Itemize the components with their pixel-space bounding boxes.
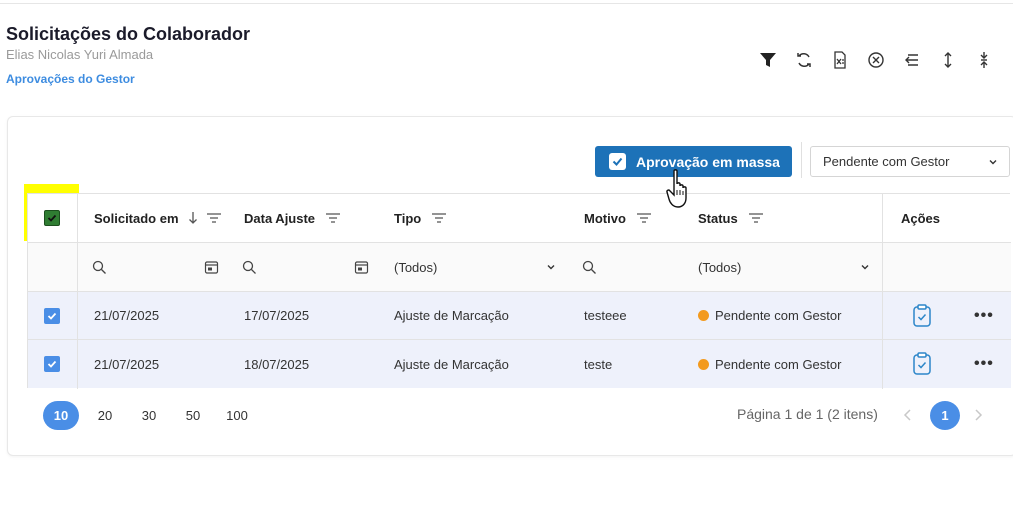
column-header-status[interactable]: Status	[698, 194, 764, 242]
employee-name: Elias Nicolas Yuri Almada	[6, 47, 154, 62]
cell-tipo: Ajuste de Marcação	[394, 308, 509, 323]
approve-clipboard-icon[interactable]	[911, 340, 933, 388]
filter-icon[interactable]	[750, 49, 786, 71]
menu-icon[interactable]	[206, 212, 222, 224]
clear-filter-icon[interactable]	[858, 49, 894, 71]
export-excel-icon[interactable]	[822, 49, 858, 71]
column-header-acoes: Ações	[901, 210, 941, 226]
cell-motivo: teste	[584, 356, 613, 372]
approve-clipboard-icon[interactable]	[911, 292, 933, 339]
expand-vertical-icon[interactable]	[930, 49, 966, 71]
chevron-down-icon	[989, 160, 997, 165]
cell-data-ajuste: 18/07/2025	[244, 356, 310, 372]
page-size-selector: 10 20 30 50 100	[43, 401, 263, 430]
row-checkbox[interactable]	[44, 292, 60, 339]
menu-icon[interactable]	[325, 212, 341, 224]
menu-icon[interactable]	[748, 212, 764, 224]
table-row[interactable]: 21/07/2025 17/07/2025 Ajuste de Marcação…	[28, 292, 1011, 340]
search-icon	[242, 260, 256, 274]
filter-tipo[interactable]: (Todos)	[394, 243, 560, 291]
manager-approvals-link[interactable]: Aprovações do Gestor	[6, 72, 135, 86]
sort-down-icon[interactable]	[188, 211, 198, 225]
page-size-50[interactable]: 50	[175, 401, 211, 430]
cell-data-ajuste: 17/07/2025	[244, 308, 310, 323]
mass-approval-label: Aprovação em massa	[636, 153, 780, 170]
cell-motivo: testeee	[584, 308, 627, 323]
filter-row: (Todos) (Todos)	[28, 243, 1011, 292]
table-row[interactable]: 21/07/2025 18/07/2025 Ajuste de Marcação…	[28, 340, 1011, 388]
chevron-down-icon	[547, 265, 555, 270]
cell-tipo: Ajuste de Marcação	[394, 356, 509, 372]
cell-status: Pendente com Gestor	[698, 292, 841, 339]
compress-vertical-icon[interactable]	[966, 49, 1002, 71]
page-size-100[interactable]: 100	[219, 401, 255, 430]
cell-solicitado: 21/07/2025	[94, 308, 160, 323]
mass-approval-button[interactable]: Aprovação em massa	[595, 146, 792, 177]
status-dot	[698, 310, 709, 321]
search-icon	[92, 260, 106, 274]
status-dot	[698, 358, 709, 370]
calendar-icon[interactable]	[354, 260, 369, 275]
filter-status[interactable]: (Todos)	[698, 243, 874, 291]
page-size-10[interactable]: 10	[43, 401, 79, 430]
chevron-left-icon[interactable]	[898, 405, 918, 425]
search-icon	[582, 260, 596, 274]
status-filter-value: Pendente com Gestor	[823, 154, 950, 169]
collapse-icon[interactable]	[894, 49, 930, 71]
requests-grid: Solicitado em Data Ajuste Tipo Motivo St…	[27, 193, 1011, 389]
column-divider	[882, 194, 883, 389]
column-divider	[77, 194, 78, 389]
select-all-checkbox[interactable]	[44, 210, 60, 226]
hand-pointer-icon	[666, 169, 687, 208]
chevron-right-icon[interactable]	[968, 405, 988, 425]
header-row: Solicitado em Data Ajuste Tipo Motivo St…	[28, 194, 1011, 243]
filter-data-ajuste[interactable]	[242, 243, 372, 291]
toolbar	[750, 49, 1002, 71]
top-divider	[0, 3, 1013, 4]
refresh-icon[interactable]	[786, 49, 822, 71]
page-button-1[interactable]: 1	[930, 401, 960, 430]
menu-icon[interactable]	[636, 212, 652, 224]
checkbox-icon	[609, 153, 626, 170]
column-header-data-ajuste[interactable]: Data Ajuste	[244, 194, 341, 242]
more-options-icon[interactable]: •••	[974, 292, 994, 339]
page-info: Página 1 de 1 (2 itens)	[737, 406, 878, 422]
page-size-30[interactable]: 30	[131, 401, 167, 430]
column-header-tipo[interactable]: Tipo	[394, 194, 447, 242]
row-checkbox[interactable]	[44, 340, 60, 388]
status-filter-select[interactable]: Pendente com Gestor	[810, 146, 1010, 177]
chevron-down-icon	[861, 265, 869, 270]
cell-status: Pendente com Gestor	[698, 340, 841, 388]
filter-motivo[interactable]	[582, 243, 682, 291]
filter-solicitado[interactable]	[92, 243, 222, 291]
page-size-20[interactable]: 20	[87, 401, 123, 430]
column-header-solicitado[interactable]: Solicitado em	[94, 194, 222, 242]
more-options-icon[interactable]: •••	[974, 340, 994, 388]
menu-icon[interactable]	[431, 212, 447, 224]
calendar-icon[interactable]	[204, 260, 219, 275]
toolbar-separator	[801, 142, 802, 178]
cell-solicitado: 21/07/2025	[94, 356, 160, 372]
page-title: Solicitações do Colaborador	[6, 24, 251, 44]
column-header-motivo[interactable]: Motivo	[584, 194, 652, 242]
